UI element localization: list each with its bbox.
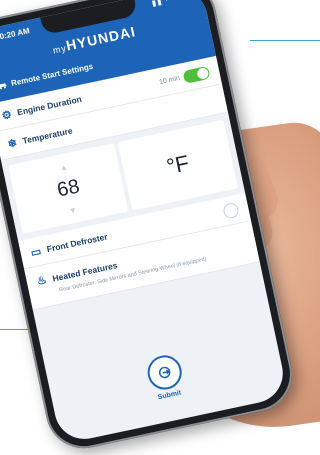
snowflake-icon: ❄: [6, 136, 19, 151]
submit-button[interactable]: [144, 352, 185, 393]
temp-down-icon[interactable]: ▼: [68, 205, 78, 215]
temperature-label: Temperature: [21, 125, 74, 146]
engine-duration-toggle[interactable]: [182, 65, 211, 84]
status-icons: ▮▮ ◠ ▭: [150, 0, 186, 8]
temperature-unit: °F: [164, 150, 192, 180]
car-icon: [0, 83, 7, 90]
phone: 10:20 AM ▮▮ ◠ ▭ ‹ myHYUNDAI Remote Start…: [0, 0, 300, 455]
temperature-value: 68: [55, 174, 82, 202]
front-defroster-label: Front Defroster: [45, 231, 109, 255]
engine-icon: ⚙: [0, 108, 13, 123]
engine-duration-value[interactable]: 10 min: [158, 74, 180, 85]
phone-body: 10:20 AM ▮▮ ◠ ▭ ‹ myHYUNDAI Remote Start…: [0, 0, 300, 455]
subtitle-text: Remote Start Settings: [10, 61, 94, 88]
submit-area: Submit: [48, 332, 284, 423]
heated-seat-icon: ♨: [35, 274, 48, 288]
temp-up-icon[interactable]: ▲: [59, 162, 69, 172]
defroster-icon: ▭: [29, 245, 43, 260]
accent-line-right: [250, 40, 320, 41]
engine-duration-label: Engine Duration: [16, 93, 83, 118]
front-defroster-toggle[interactable]: [221, 201, 240, 220]
status-time: 10:20 AM: [0, 26, 31, 43]
power-arrow-icon: [158, 366, 171, 379]
phone-screen: 10:20 AM ▮▮ ◠ ▭ ‹ myHYUNDAI Remote Start…: [0, 0, 289, 445]
